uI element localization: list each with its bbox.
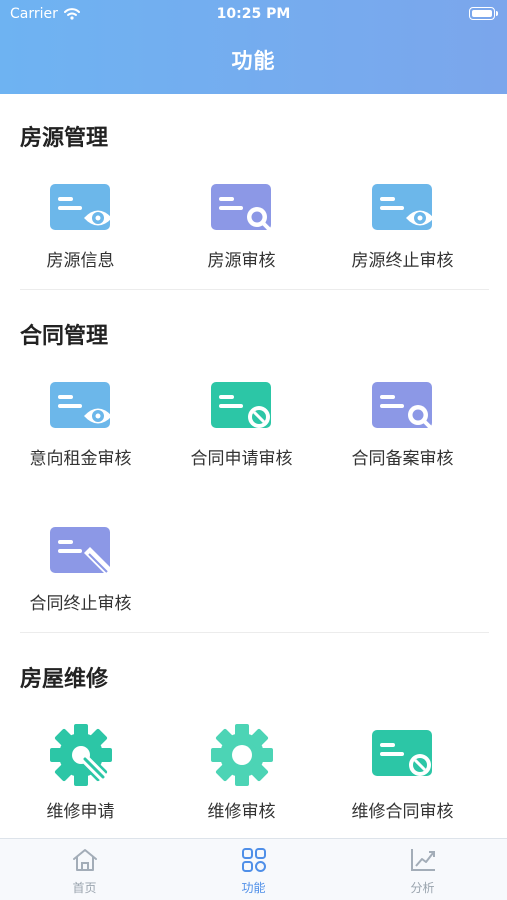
card-eye-icon: [49, 382, 112, 428]
card-eye-icon: [371, 184, 434, 230]
function-label: 房源终止审核: [351, 251, 454, 271]
function-label: 合同申请审核: [190, 449, 293, 469]
gear-wrench-icon: [49, 724, 112, 786]
function-item-contract-application-review[interactable]: 合同申请审核: [161, 380, 322, 469]
grid-icon: [241, 848, 266, 872]
tab-label: 功能: [241, 881, 266, 895]
function-item-contract-termination-review[interactable]: 合同终止审核: [0, 525, 161, 614]
function-item-housing-review[interactable]: 房源审核: [161, 182, 322, 271]
gear-icon: [210, 724, 273, 786]
function-label: 维修审核: [207, 802, 276, 822]
tab-analysis[interactable]: 分析: [338, 839, 507, 900]
tab-label: 首页: [72, 881, 97, 895]
function-label: 合同终止审核: [29, 594, 132, 614]
card-block-icon: [371, 730, 432, 776]
header: Carrier 10:25 PM 功能: [0, 0, 507, 94]
section-title: 房源管理: [20, 126, 109, 151]
function-label: 维修合同审核: [351, 802, 454, 822]
section-housing: 房源管理 房源信息 房源审核 房源终止审核: [0, 94, 507, 290]
function-item-intended-rent-review[interactable]: 意向租金审核: [0, 380, 161, 469]
function-label: 房源审核: [207, 251, 276, 271]
section-title: 合同管理: [20, 324, 109, 349]
function-item-contract-filing-review[interactable]: 合同备案审核: [322, 380, 483, 469]
function-item-repair-application[interactable]: 维修申请: [0, 723, 161, 822]
function-item-repair-contract-review[interactable]: 维修合同审核: [322, 723, 483, 822]
function-item-repair-review[interactable]: 维修审核: [161, 723, 322, 822]
page-title: 功能: [231, 49, 276, 73]
card-block-icon: [210, 382, 271, 428]
function-item-housing-termination-review[interactable]: 房源终止审核: [322, 182, 483, 271]
function-label: 房源信息: [46, 251, 115, 271]
status-time: 10:25 PM: [216, 6, 291, 22]
function-label: 合同备案审核: [351, 449, 454, 469]
section-repair: 房屋维修 维修申请 维修审核 维修合同审核: [0, 633, 507, 822]
status-bar: Carrier 10:25 PM: [0, 0, 507, 28]
chart-icon: [410, 849, 435, 871]
card-search-icon: [371, 382, 435, 432]
tab-function[interactable]: 功能: [169, 839, 338, 900]
home-icon: [72, 849, 97, 871]
card-pen-icon: [49, 527, 112, 575]
function-item-housing-info[interactable]: 房源信息: [0, 182, 161, 271]
tab-home[interactable]: 首页: [0, 839, 169, 900]
section-title: 房屋维修: [20, 667, 109, 692]
tab-label: 分析: [410, 881, 435, 895]
battery-icon: [469, 7, 498, 20]
card-eye-icon: [49, 184, 112, 230]
function-label: 意向租金审核: [29, 449, 132, 469]
section-contract: 合同管理 意向租金审核 合同申请审核 合同备案审核 合同终止审核: [0, 290, 507, 633]
card-search-icon: [210, 184, 274, 234]
tab-bar: 首页 功能 分析: [0, 838, 507, 900]
function-label: 维修申请: [46, 802, 115, 822]
function-list: 房源管理 房源信息 房源审核 房源终止审核 合同管理 意向租金审核 合同申请审核…: [0, 94, 507, 838]
